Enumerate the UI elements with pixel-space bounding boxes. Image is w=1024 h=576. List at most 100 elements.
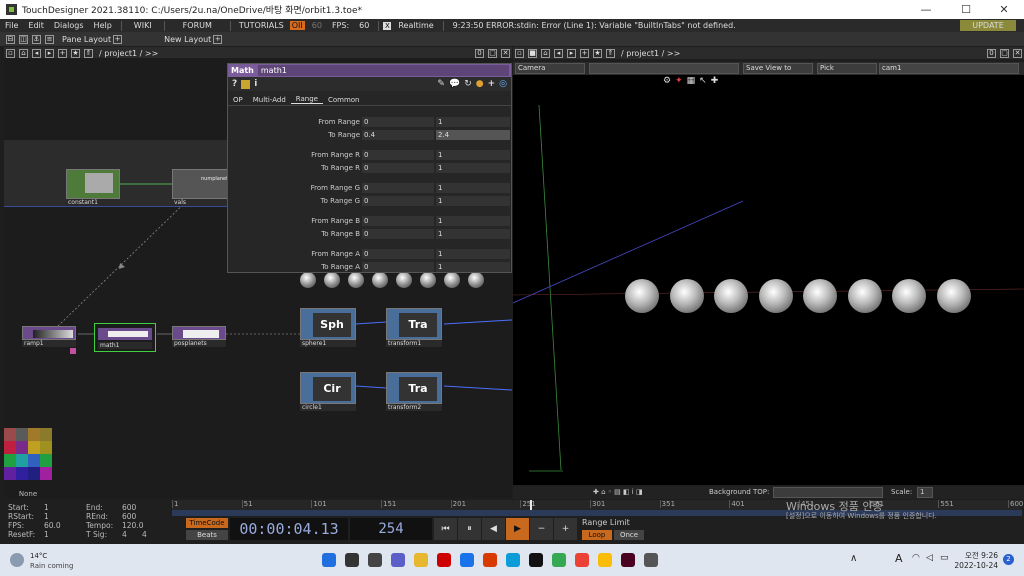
close-button[interactable]: ✕: [984, 0, 1024, 19]
timeline-fps[interactable]: 60.0: [44, 521, 61, 530]
right-stop-icon[interactable]: ■: [528, 48, 537, 58]
bookmark-icon[interactable]: ★: [71, 48, 80, 58]
param-value-2[interactable]: 1: [436, 216, 510, 226]
color-swatch[interactable]: [4, 441, 16, 454]
pick-dropdown[interactable]: Pick: [817, 63, 877, 74]
ramp1-node[interactable]: [22, 326, 76, 340]
back-icon[interactable]: ◂: [32, 48, 41, 58]
right-network-path[interactable]: / project1 / >>: [621, 49, 680, 58]
split-vertical-icon[interactable]: ◫: [19, 34, 28, 44]
left-pane-menu-icon[interactable]: ▢: [488, 48, 497, 58]
right-add-icon[interactable]: +: [580, 48, 589, 58]
update-button[interactable]: UPDATE: [960, 20, 1016, 31]
param-value-2[interactable]: 1: [436, 249, 510, 259]
planet-sphere[interactable]: [892, 279, 926, 313]
split-horizontal-icon[interactable]: ⊟: [6, 34, 15, 44]
task-view-icon[interactable]: [368, 553, 382, 567]
posplanets-node[interactable]: [172, 326, 226, 340]
left-pane-close-icon[interactable]: ✕: [501, 48, 510, 58]
right-bookmark-icon[interactable]: ★: [593, 48, 602, 58]
param-value-1[interactable]: 0: [362, 229, 434, 239]
add-icon[interactable]: +: [488, 79, 496, 89]
target-icon[interactable]: ◎: [499, 79, 507, 89]
comment-icon[interactable]: 💬: [449, 79, 460, 89]
menu-file[interactable]: File: [0, 21, 23, 30]
pane-menu-icon[interactable]: ≡: [45, 34, 54, 44]
notification-badge[interactable]: 2: [1003, 554, 1014, 565]
param-value-1[interactable]: 0: [362, 196, 434, 206]
color-swatch[interactable]: [16, 428, 28, 441]
right-home-icon[interactable]: ⌂: [541, 48, 550, 58]
param-value-1[interactable]: 0: [362, 216, 434, 226]
new-layout-tab[interactable]: New Layout: [164, 35, 211, 44]
timeline-end[interactable]: 600: [122, 503, 136, 512]
viewer-tool-icons[interactable]: ✚ ⌂ ◦ ▤ ◧ i ◨: [593, 488, 643, 496]
transform2-node[interactable]: Tra: [386, 372, 442, 404]
timeline-tempo[interactable]: 120.0: [122, 521, 143, 530]
menu-dialogs[interactable]: Dialogs: [49, 21, 89, 30]
chrome-profile2-icon[interactable]: [598, 553, 612, 567]
color-swatch[interactable]: [28, 441, 40, 454]
color-swatch[interactable]: [28, 467, 40, 480]
color-swatch[interactable]: [40, 454, 52, 467]
network-path[interactable]: / project1 / >>: [99, 49, 158, 58]
netflix-icon[interactable]: [437, 553, 451, 567]
timeline-rstart[interactable]: 1: [44, 512, 49, 521]
tab-op[interactable]: OP: [228, 96, 248, 104]
tutorials-link[interactable]: TUTORIALS: [235, 21, 288, 30]
step-forward-button[interactable]: +: [554, 518, 577, 540]
save-view-dropdown[interactable]: Save View to: [743, 63, 813, 74]
chrome-profile-icon[interactable]: [575, 553, 589, 567]
minimize-button[interactable]: —: [906, 0, 946, 19]
planet-sphere[interactable]: [847, 279, 882, 313]
anchor-icon[interactable]: ⚓: [32, 34, 41, 44]
frame-display[interactable]: 254: [350, 518, 432, 540]
help-icon[interactable]: ?: [232, 79, 237, 89]
rewind-button[interactable]: ⏮: [434, 518, 457, 540]
color-swatch[interactable]: [28, 428, 40, 441]
math1-node[interactable]: math1: [94, 323, 156, 352]
play-button[interactable]: ▶: [506, 518, 529, 540]
camera-dropdown[interactable]: Camera: [515, 63, 585, 74]
add-layout-button[interactable]: +: [213, 34, 223, 44]
color-swatch[interactable]: [40, 428, 52, 441]
param-value-2[interactable]: 1: [436, 262, 510, 272]
once-button[interactable]: Once: [614, 530, 644, 540]
timeline-tsig1[interactable]: 4: [122, 530, 127, 539]
battery-icon[interactable]: ▭: [940, 553, 949, 563]
param-value-2[interactable]: 1: [436, 163, 510, 173]
param-value-1[interactable]: 0: [362, 150, 434, 160]
camera-name-field[interactable]: cam1: [879, 63, 1019, 74]
volume-icon[interactable]: ◁: [926, 553, 933, 563]
param-value-1[interactable]: 0.4: [362, 130, 434, 140]
add-icon[interactable]: +: [58, 48, 67, 58]
mail-icon[interactable]: [460, 553, 474, 567]
planet-sphere[interactable]: [936, 279, 971, 313]
edge-icon[interactable]: [506, 553, 520, 567]
menu-help[interactable]: Help: [89, 21, 117, 30]
param-value-1[interactable]: 0: [362, 117, 434, 127]
menu-edit[interactable]: Edit: [23, 21, 49, 30]
start-icon[interactable]: [322, 553, 336, 567]
wifi-icon[interactable]: ◠: [912, 553, 920, 563]
tab-multi-add[interactable]: Multi-Add: [248, 96, 291, 104]
perf-monitor-button[interactable]: OII: [289, 21, 305, 30]
tray-chevron-icon[interactable]: ∧: [850, 553, 857, 564]
loop-button[interactable]: Loop: [582, 530, 612, 540]
add-pane-layout-button[interactable]: +: [113, 34, 123, 44]
info-icon[interactable]: i: [254, 79, 257, 89]
right-pane-menu-icon[interactable]: ▢: [1000, 48, 1009, 58]
wiki-link[interactable]: WIKI: [126, 21, 160, 30]
timeline-ruler[interactable]: 151101151201251301351401451501551600: [172, 500, 1023, 510]
right-split-icon[interactable]: ▫: [515, 48, 524, 58]
pane-layout-label[interactable]: Pane Layout: [62, 35, 111, 44]
planet-sphere[interactable]: [758, 279, 793, 313]
color-swatch[interactable]: [4, 467, 16, 480]
color-swatch[interactable]: [4, 454, 16, 467]
timeline-rend[interactable]: 600: [122, 512, 136, 521]
scale-field[interactable]: 1: [917, 487, 933, 498]
color-swatch[interactable]: [16, 467, 28, 480]
input-language-icon[interactable]: A: [895, 552, 903, 565]
op-name-field[interactable]: math1: [257, 65, 509, 76]
notion-icon[interactable]: [529, 553, 543, 567]
